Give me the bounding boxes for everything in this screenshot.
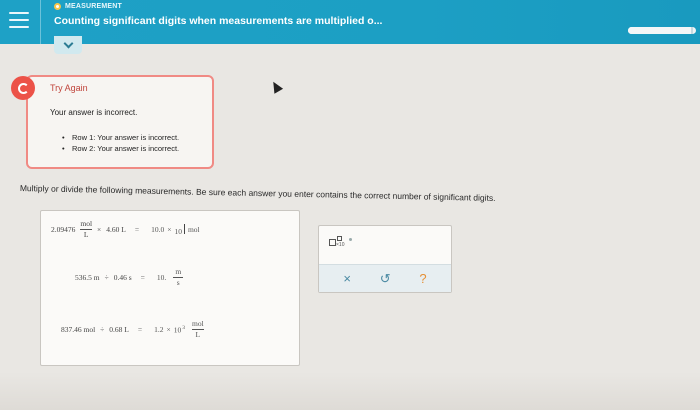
instructions-text: Multiply or divide the following measure… — [19, 183, 496, 203]
hamburger-icon[interactable] — [8, 9, 30, 31]
mouse-pointer-icon — [268, 79, 284, 94]
answer-value[interactable]: 10. — [157, 273, 166, 282]
chevron-down-icon — [63, 38, 73, 48]
exponent-input[interactable]: 3 — [182, 325, 185, 331]
feedback-row-item: Row 2: Your answer is incorrect. — [62, 143, 179, 154]
unit-denominator: L — [195, 330, 201, 339]
operand-left: 536.5 m — [75, 273, 100, 282]
answer-unit: mol — [187, 225, 200, 234]
problem-row-2: 536.5 m ÷ 0.46 s = 10. m s — [75, 267, 186, 288]
equals-sign: = — [140, 273, 145, 282]
operator: ÷ — [104, 273, 109, 282]
answer-value[interactable]: 10.0 — [151, 225, 164, 234]
equals-sign: = — [134, 225, 140, 234]
times-sign: × — [166, 325, 171, 334]
problem-row-1: 2.09476 mol L × 4.60 L = 10.0 × 10 mol — [51, 219, 203, 240]
bottom-shade — [0, 372, 700, 410]
progress-bar — [628, 27, 696, 34]
operator: × — [97, 225, 102, 234]
retry-icon — [11, 76, 35, 100]
answer-input-row-1[interactable]: 10.0 × 10 mol — [148, 223, 203, 236]
problem-card: 2.09476 mol L × 4.60 L = 10.0 × 10 mol 5… — [40, 210, 300, 366]
top-bar: MEASUREMENT Counting significant digits … — [0, 0, 700, 44]
feedback-heading: Try Again — [50, 83, 88, 93]
unit-fraction: mol L — [80, 219, 93, 240]
topic-dot-icon — [54, 3, 61, 10]
feedback-row-list: Row 1: Your answer is incorrect. Row 2: … — [62, 132, 179, 154]
unit-fraction: mol L — [191, 319, 204, 340]
operator: ÷ — [100, 325, 105, 334]
unit-fraction: m s — [173, 267, 184, 288]
progress-fill — [628, 27, 694, 34]
operand: 0.68 L — [109, 325, 129, 334]
unit-numerator: mol — [191, 319, 204, 328]
answer-tools-panel: ×10 × ↺ ? — [318, 225, 452, 293]
clear-button[interactable]: × — [343, 271, 351, 286]
times-sign: × — [167, 225, 172, 234]
problem-row-3: 837.46 mol ÷ 0.68 L = 1.2 × 103 mol L — [61, 319, 207, 340]
operand: 4.60 L — [106, 225, 126, 234]
help-button[interactable]: ? — [419, 271, 426, 286]
breadcrumb-label: MEASUREMENT — [65, 3, 123, 10]
unit-numerator: m — [175, 267, 182, 276]
operand: 0.46 s — [113, 273, 132, 282]
lesson-title: Counting significant digits when measure… — [54, 15, 383, 27]
operand-left: 837.46 mol — [61, 325, 96, 334]
answer-input-row-3[interactable]: 1.2 × 103 mol L — [151, 319, 207, 340]
coefficient: 2.09476 — [51, 225, 76, 234]
text-cursor — [183, 223, 185, 234]
breadcrumb: MEASUREMENT — [54, 3, 122, 10]
header-divider — [40, 0, 41, 44]
expand-header-button[interactable] — [54, 36, 82, 54]
answer-value[interactable]: 1.2 — [154, 325, 163, 334]
answer-input-row-2[interactable]: 10. m s — [154, 267, 186, 288]
unit-denominator: s — [176, 278, 180, 287]
undo-button[interactable]: ↺ — [380, 271, 391, 287]
exponent-base[interactable]: 103 — [174, 325, 185, 335]
exponent-base[interactable]: 10 — [174, 223, 185, 236]
tool-dot — [349, 238, 352, 241]
unit-numerator: mol — [80, 219, 93, 228]
tools-action-bar: × ↺ ? — [319, 264, 451, 292]
feedback-message: Your answer is incorrect. — [50, 108, 138, 117]
unit-denominator: L — [83, 230, 89, 239]
equals-sign: = — [137, 325, 143, 334]
feedback-row-item: Row 1: Your answer is incorrect. — [62, 132, 179, 143]
superscript-box-icon[interactable]: ×10 — [329, 234, 345, 248]
